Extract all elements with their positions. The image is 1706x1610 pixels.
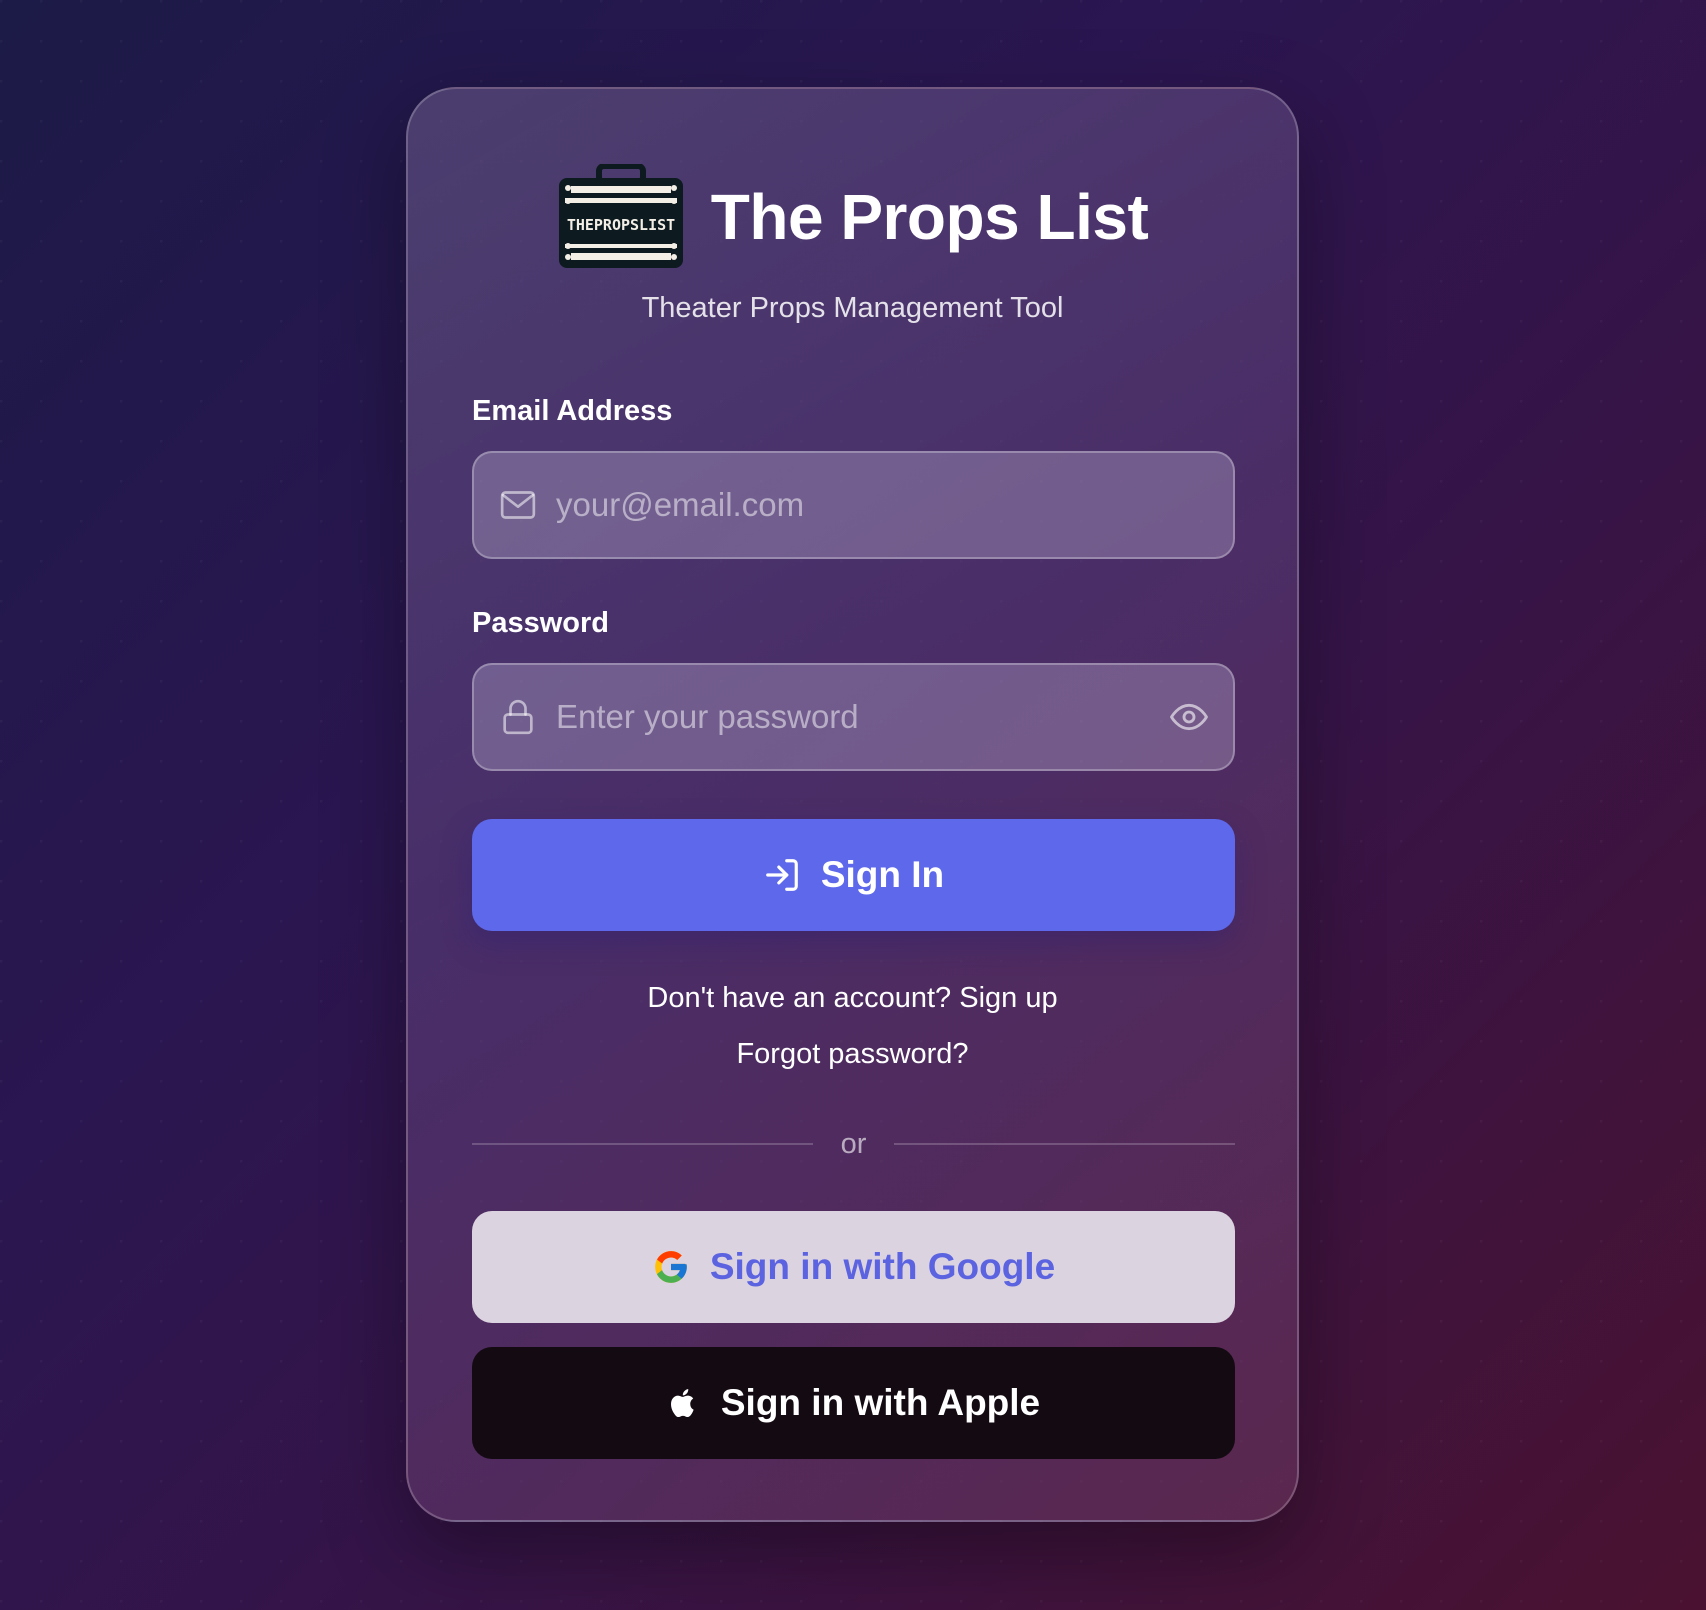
email-field[interactable] xyxy=(472,451,1235,559)
apple-sign-in-label: Sign in with Apple xyxy=(720,1382,1041,1423)
brand-header: THEPROPSLIST The Props List xyxy=(408,164,1297,270)
password-field[interactable] xyxy=(472,663,1235,771)
divider-line-left xyxy=(472,1143,813,1145)
sign-in-label: Sign In xyxy=(820,854,945,895)
lock-icon xyxy=(503,699,533,735)
mail-icon xyxy=(500,491,536,519)
password-input[interactable] xyxy=(554,665,1153,769)
divider-line-right xyxy=(894,1143,1236,1145)
props-trunk-logo: THEPROPSLIST xyxy=(558,164,683,268)
divider-text: or xyxy=(840,1127,867,1160)
password-label: Password xyxy=(472,607,609,639)
google-sign-in-button[interactable]: Sign in with Google xyxy=(472,1211,1235,1323)
email-input[interactable] xyxy=(554,453,1153,557)
forgot-password-link[interactable]: Forgot password? xyxy=(408,1038,1297,1071)
or-divider: or xyxy=(472,1124,1236,1164)
sign-in-icon xyxy=(765,859,798,891)
logo-text: THEPROPSLIST xyxy=(567,216,675,234)
sign-in-button[interactable]: Sign In xyxy=(472,819,1235,931)
google-icon xyxy=(655,1251,687,1283)
login-card: THEPROPSLIST The Props List Theater Prop… xyxy=(406,87,1299,1522)
app-title: The Props List xyxy=(710,181,1149,253)
email-label: Email Address xyxy=(472,395,673,427)
eye-icon[interactable] xyxy=(1169,697,1209,737)
google-sign-in-label: Sign in with Google xyxy=(709,1246,1056,1287)
app-subtitle: Theater Props Management Tool xyxy=(641,292,1064,324)
signup-link[interactable]: Don't have an account? Sign up xyxy=(408,982,1297,1015)
apple-icon xyxy=(670,1389,694,1418)
apple-sign-in-button[interactable]: Sign in with Apple xyxy=(472,1347,1235,1459)
